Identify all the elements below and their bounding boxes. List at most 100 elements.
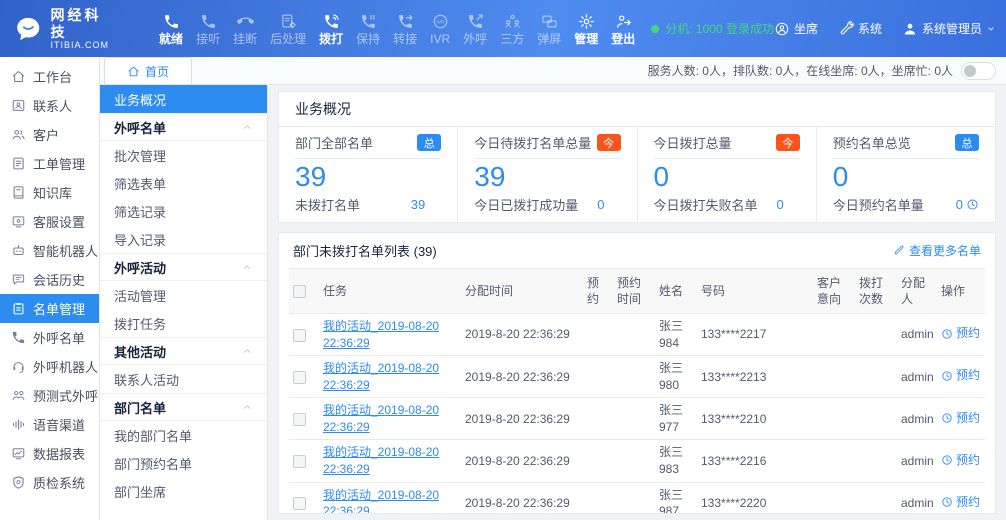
sidebar-item[interactable]: 工作台 bbox=[0, 62, 99, 91]
sidebar-item[interactable]: 联系人 bbox=[0, 91, 99, 120]
sidebar-item[interactable]: 智能机器人 bbox=[0, 236, 99, 265]
sidebar-item[interactable]: 工单管理 bbox=[0, 149, 99, 178]
submenu-item[interactable]: 筛选表单 bbox=[100, 169, 267, 197]
collapse-caret-icon[interactable] bbox=[241, 401, 253, 413]
toolbar-item[interactable]: 就绪 bbox=[159, 13, 183, 45]
sidebar-item[interactable]: 名单管理 bbox=[0, 294, 99, 323]
sidebar-item-label: 工单管理 bbox=[33, 154, 85, 173]
submenu-item[interactable]: 其他活动 bbox=[100, 337, 267, 365]
app-header: 网经科技 ITIBIA.COM 就绪 接听 挂断 后处理 bbox=[0, 0, 1006, 57]
task-link[interactable]: 我的活动_2019-08-20 22:36:29 bbox=[323, 445, 439, 476]
predictive-icon bbox=[11, 388, 26, 403]
task-link[interactable]: 我的活动_2019-08-20 22:36:29 bbox=[323, 403, 439, 434]
status-toggle[interactable] bbox=[961, 62, 996, 80]
toolbar-item[interactable]: IVR IVR bbox=[430, 13, 450, 45]
task-link[interactable]: 我的活动_2019-08-20 22:36:29 bbox=[323, 361, 439, 392]
select-all-checkbox[interactable] bbox=[293, 285, 306, 298]
header-menu-item[interactable]: 系统 bbox=[838, 20, 886, 37]
sidebar-item[interactable]: 数据报表 bbox=[0, 439, 99, 468]
view-more-link[interactable]: 查看更多名单 bbox=[893, 242, 981, 259]
row-checkbox[interactable] bbox=[293, 329, 306, 342]
reserve-action-link[interactable]: 预约 bbox=[941, 410, 980, 427]
toolbar-item[interactable]: 登出 bbox=[611, 13, 635, 45]
collapse-caret-icon[interactable] bbox=[241, 345, 253, 357]
cell-assigner: admin bbox=[897, 356, 937, 398]
clock-icon bbox=[941, 454, 953, 466]
submenu-item[interactable]: 导入记录 bbox=[100, 225, 267, 253]
header-menu-item[interactable]: 坐席 bbox=[774, 20, 822, 37]
sidebar-item[interactable]: 外呼名单 bbox=[0, 323, 99, 352]
header-menu-label: 系统 bbox=[858, 20, 882, 37]
submenu-item-label: 部门名单 bbox=[114, 398, 166, 417]
row-checkbox[interactable] bbox=[293, 371, 306, 384]
sidebar-item[interactable]: 客服设置 bbox=[0, 207, 99, 236]
header-right-menu: 坐席 系统 系统管理员 bbox=[774, 20, 996, 37]
toolbar-item[interactable]: 挂断 bbox=[233, 13, 257, 45]
stat-card-sub-label: 未拨打名单 bbox=[295, 195, 360, 214]
phone-transfer-icon bbox=[397, 13, 414, 30]
sidebar-item[interactable]: 外呼机器人 bbox=[0, 352, 99, 381]
sidebar-item[interactable]: 会话历史 bbox=[0, 265, 99, 294]
collapse-caret-icon[interactable] bbox=[241, 261, 253, 273]
submenu-item[interactable]: 业务概况 bbox=[100, 85, 267, 113]
reserve-action-link[interactable]: 预约 bbox=[941, 367, 980, 384]
sidebar-item-label: 智能机器人 bbox=[33, 241, 98, 260]
submenu-item[interactable]: 批次管理 bbox=[100, 141, 267, 169]
reserve-action-link[interactable]: 预约 bbox=[941, 325, 980, 342]
submenu-item[interactable]: 外呼名单 bbox=[100, 113, 267, 141]
service-settings-icon bbox=[11, 214, 26, 229]
collapse-caret-icon[interactable] bbox=[241, 121, 253, 133]
submenu-item-label: 其他活动 bbox=[114, 342, 166, 361]
header-menu-item[interactable]: 系统管理员 bbox=[902, 20, 996, 37]
sidebar-item[interactable]: 知识库 bbox=[0, 178, 99, 207]
column-header: 客户意向 bbox=[813, 268, 855, 313]
submenu-item[interactable]: 部门预约名单 bbox=[100, 449, 267, 477]
toolbar-item[interactable]: 外呼 bbox=[463, 13, 487, 45]
home-icon bbox=[127, 65, 140, 78]
submenu-item[interactable]: 筛选记录 bbox=[100, 197, 267, 225]
cell-phone: 133****2220 bbox=[697, 482, 813, 513]
toolbar-item[interactable]: 后处理 bbox=[270, 13, 306, 45]
toolbar-item[interactable]: 管理 bbox=[574, 13, 598, 45]
reserve-action-link[interactable]: 预约 bbox=[941, 452, 980, 469]
submenu-item[interactable]: 部门名单 bbox=[100, 393, 267, 421]
submenu-item[interactable]: 活动管理 bbox=[100, 281, 267, 309]
row-checkbox[interactable] bbox=[293, 455, 306, 468]
sidebar-item-label: 语音渠道 bbox=[33, 415, 85, 434]
cell-reserve-time bbox=[613, 356, 655, 398]
submenu-item[interactable]: 我的部门名单 bbox=[100, 421, 267, 449]
stat-card-title: 今日待拨打名单总量 bbox=[474, 133, 591, 152]
submenu-item[interactable]: 外呼活动 bbox=[100, 253, 267, 281]
sidebar-item[interactable]: 客户 bbox=[0, 120, 99, 149]
toolbar-item-label: 就绪 bbox=[159, 33, 183, 45]
reserve-action-link[interactable]: 预约 bbox=[941, 494, 980, 511]
sidebar-item[interactable]: 预测式外呼 bbox=[0, 381, 99, 410]
submenu-item[interactable]: 部门坐席 bbox=[100, 477, 267, 505]
list-title: 部门未拨打名单列表 (39) bbox=[293, 241, 437, 260]
submenu-item[interactable]: 联系人活动 bbox=[100, 365, 267, 393]
phone-hold-icon bbox=[360, 13, 377, 30]
sidebar-item[interactable]: 语音渠道 bbox=[0, 410, 99, 439]
row-checkbox[interactable] bbox=[293, 497, 306, 510]
stat-card-badge: 今 bbox=[597, 134, 621, 151]
submenu-item[interactable]: 拨打任务 bbox=[100, 309, 267, 337]
logout-icon bbox=[615, 13, 632, 30]
row-checkbox[interactable] bbox=[293, 413, 306, 426]
cell-intent bbox=[813, 482, 855, 513]
toolbar-item[interactable]: 转接 bbox=[393, 13, 417, 45]
toolbar-item[interactable]: 三方 bbox=[500, 13, 524, 45]
cell-assigned-time: 2019-8-20 22:36:29 bbox=[461, 356, 583, 398]
task-link[interactable]: 我的活动_2019-08-20 22:36:29 bbox=[323, 488, 439, 513]
clock-icon bbox=[966, 198, 979, 211]
toolbar-item[interactable]: 拨打 bbox=[319, 13, 343, 45]
task-link[interactable]: 我的活动_2019-08-20 22:36:29 bbox=[323, 319, 439, 350]
sidebar-item-label: 质检系统 bbox=[33, 473, 85, 492]
sidebar-item[interactable]: 质检系统 bbox=[0, 468, 99, 497]
phone-hangup-icon bbox=[237, 13, 254, 30]
tab-home[interactable]: 首页 bbox=[104, 57, 192, 84]
clock-icon bbox=[941, 412, 953, 424]
toolbar-item[interactable]: 弹屏 bbox=[537, 13, 561, 45]
sidebar-item-label: 外呼机器人 bbox=[33, 357, 98, 376]
toolbar-item[interactable]: 保持 bbox=[356, 13, 380, 45]
toolbar-item[interactable]: 接听 bbox=[196, 13, 220, 45]
